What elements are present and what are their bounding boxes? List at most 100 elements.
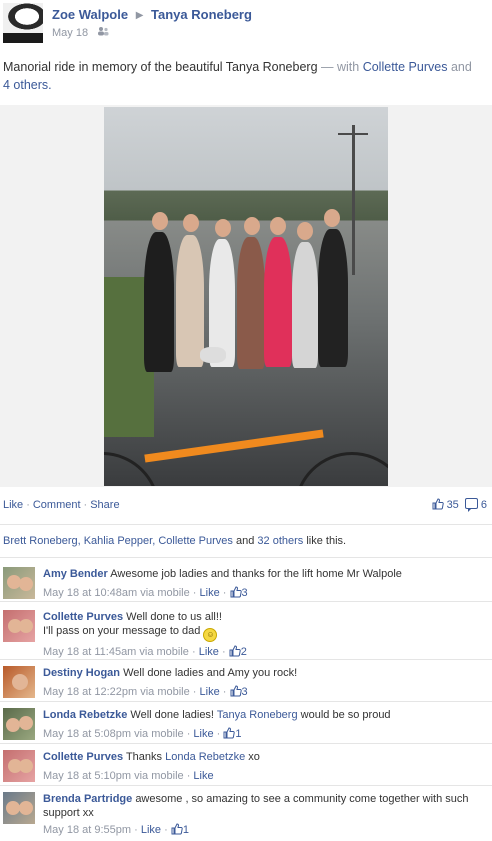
photo-person [292,242,318,368]
divider [0,524,492,525]
comment-text-after: xo [248,751,260,763]
post-text-main: Manorial ride in memory of the beautiful… [3,60,318,74]
thumbs-up-icon [171,823,183,835]
photo-head [324,209,340,227]
post-date[interactable]: May 18 [52,27,88,39]
likes-and: and [235,535,255,547]
post-with-sep: — with [321,60,360,74]
photo-person [176,235,204,367]
author-line: Zoe Walpole ▶ Tanya Roneberg [52,7,252,22]
share-button[interactable]: Share [90,499,119,511]
post-actions: Like · Comment · Share [3,499,120,511]
tagged-person-link[interactable]: Collette Purves [363,60,448,74]
comment-button[interactable]: Comment [33,499,81,511]
commenter-avatar[interactable] [3,666,35,698]
post-photo[interactable] [104,107,388,486]
photo-person [144,232,174,372]
commenter-name-link[interactable]: Collette Purves [43,611,123,623]
comment-time[interactable]: May 18 at 11:45am via mobile [43,646,189,658]
commenter-avatar[interactable] [3,610,35,642]
comment-text-line2: I'll pass on your message to dad [43,625,201,637]
commenter-name-link[interactable]: Destiny Hogan [43,667,120,679]
likes-suffix: like this. [306,535,347,547]
photo-head [215,219,231,237]
mention-link[interactable]: Londa Rebetzke [165,751,245,763]
comment-body: Collette Purves Well done to us all!! I'… [43,611,247,658]
comment-body: Londa Rebetzke Well done ladies! Tanya R… [43,709,391,740]
comment-text-after: would be so proud [300,709,391,721]
arrow-right-icon: ▶ [135,10,144,21]
comment-count[interactable]: 6 [481,499,487,511]
comment-time[interactable]: May 18 at 5:08pm via mobile [43,728,184,740]
likes-summary: Brett Roneberg, Kahlia Pepper, Collette … [3,535,346,547]
commenter-name-link[interactable]: Londa Rebetzke [43,709,127,721]
post-header: Zoe Walpole ▶ Tanya Roneberg May 18 [0,0,492,52]
post-counts: 35 6 [432,498,487,512]
thumbs-up-icon[interactable] [432,498,444,510]
photo-head [183,214,199,232]
comment-time[interactable]: May 18 at 5:10pm via mobile [43,770,184,782]
comment-like-button[interactable]: Like [200,587,220,599]
tagged-others-link[interactable]: 4 others. [3,78,52,92]
like-button[interactable]: Like [3,499,23,511]
post-text: Manorial ride in memory of the beautiful… [3,58,489,94]
photo-dog [200,347,226,363]
comment-like-count[interactable]: 1 [235,728,241,740]
comment-body: Brenda Partridge awesome , so amazing to… [43,793,469,836]
comment-like-button[interactable]: Like [199,646,219,658]
comment-like-button[interactable]: Like [141,824,161,836]
commenter-name-link[interactable]: Collette Purves [43,751,123,763]
comment-time[interactable]: May 18 at 10:48am via mobile [43,587,190,599]
separator: · [83,499,88,511]
divider [0,743,492,744]
likers-names-link[interactable]: Brett Roneberg, Kahlia Pepper, Collette … [3,535,233,547]
comment-like-count[interactable]: 2 [241,646,247,658]
photo-container [0,105,492,487]
photo-head [152,212,168,230]
comment-like-button[interactable]: Like [193,770,213,782]
comment-like-button[interactable]: Like [193,728,213,740]
commenter-avatar[interactable] [3,567,35,599]
commenter-avatar[interactable] [3,792,35,824]
divider [0,557,492,558]
photo-bike-wheel [294,452,388,486]
smile-emoji-icon: ☺ [203,628,218,642]
photo-head [244,217,260,235]
thumbs-up-icon [229,645,241,657]
author-name-link[interactable]: Zoe Walpole [52,7,128,22]
comment-like-count[interactable]: 1 [183,824,189,836]
thumbs-up-icon [230,586,242,598]
commenter-name-link[interactable]: Amy Bender [43,568,108,580]
commenter-name-link[interactable]: Brenda Partridge [43,793,132,805]
comment-like-count[interactable]: 3 [242,686,248,698]
divider [0,785,492,786]
photo-head [297,222,313,240]
photo-bike-frame [144,429,324,463]
divider [0,701,492,702]
target-name-link[interactable]: Tanya Roneberg [151,7,252,22]
comment-time[interactable]: May 18 at 12:22pm via mobile [43,686,190,698]
comment-bubble-icon[interactable] [464,498,478,512]
thumbs-up-icon [230,685,242,697]
commenter-avatar[interactable] [3,708,35,740]
thumbs-up-icon [223,727,236,739]
comment-like-count[interactable]: 3 [242,587,248,599]
comment-text: Well done to us all!! [126,611,222,623]
mention-link[interactable]: Tanya Roneberg [217,709,298,721]
photo-head [270,217,286,235]
commenter-avatar[interactable] [3,750,35,782]
comment-like-button[interactable]: Like [200,686,220,698]
photo-person [264,237,292,367]
photo-person [237,237,265,369]
author-avatar[interactable] [3,3,43,43]
photo-pole [352,125,355,275]
comment-body: Destiny Hogan Well done ladies and Amy y… [43,667,298,698]
likers-others-link[interactable]: 32 others [257,535,303,547]
divider [0,659,492,660]
people-icon[interactable] [97,26,109,39]
photo-pole-bar [338,133,368,135]
post-and: and [450,60,472,74]
like-count[interactable]: 35 [447,499,459,511]
comment-body: Collette Purves Thanks Londa Rebetzke xo… [43,751,260,782]
comment-time[interactable]: May 18 at 9:55pm [43,824,131,836]
